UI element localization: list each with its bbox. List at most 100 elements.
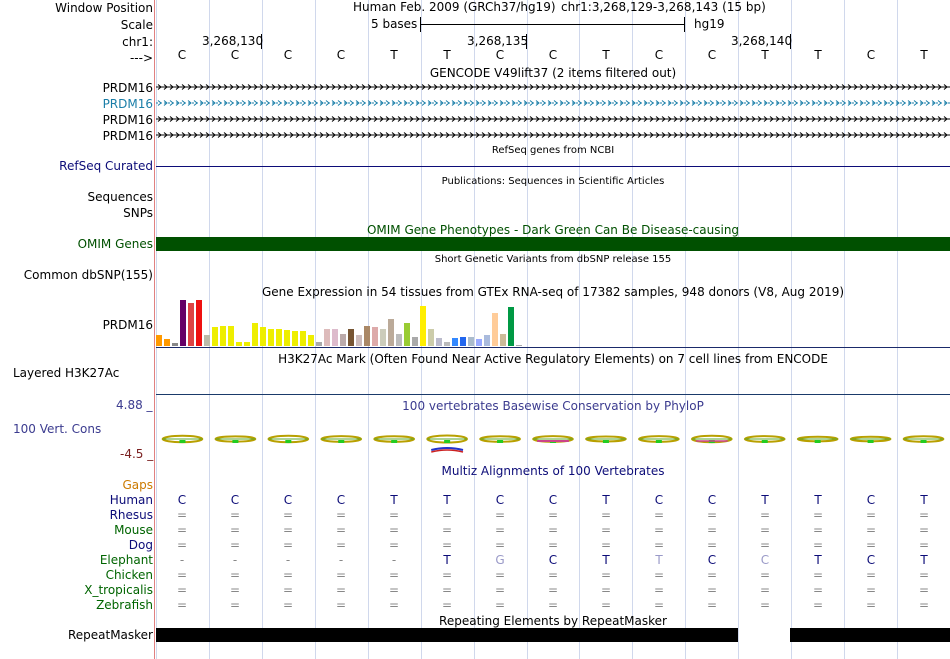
gtex-tissue-bar[interactable] [468, 337, 474, 346]
species-label[interactable]: Zebrafish [0, 598, 153, 613]
refseq-track-title[interactable]: RefSeq genes from NCBI [156, 145, 950, 156]
gencode-transcript[interactable] [156, 132, 950, 138]
gtex-tissue-bar[interactable] [308, 335, 314, 346]
gtex-tissue-bar[interactable] [292, 331, 298, 346]
gtex-track-title[interactable]: Gene Expression in 54 tissues from GTEx … [156, 285, 950, 299]
gtex-tissue-bar[interactable] [212, 327, 218, 346]
alignment-base: = [600, 598, 612, 612]
base-letter: C [177, 48, 187, 62]
gencode-transcript[interactable] [156, 116, 950, 122]
gtex-tissue-bar[interactable] [332, 329, 338, 346]
dbsnp-track-label[interactable]: Common dbSNP(155) [0, 268, 153, 283]
gtex-tissue-bar[interactable] [284, 330, 290, 346]
cons-track-label[interactable]: 100 Vert. Cons [13, 422, 101, 437]
h3k27ac-track-title[interactable]: H3K27Ac Mark (Often Found Near Active Re… [156, 352, 950, 366]
gtex-tissue-bar[interactable] [428, 329, 434, 346]
gtex-tissue-bar[interactable] [156, 335, 162, 346]
gtex-track-label[interactable]: PRDM16 [0, 318, 153, 333]
gtex-tissue-bar[interactable] [300, 331, 306, 346]
refseq-track-label[interactable]: RefSeq Curated [0, 159, 153, 174]
dbsnp-track-title[interactable]: Short Genetic Variants from dbSNP releas… [156, 254, 950, 265]
gtex-tissue-bar[interactable] [492, 313, 498, 346]
repeatmasker-track-label[interactable]: RepeatMasker [0, 628, 153, 643]
repeat-element-1[interactable] [156, 628, 738, 642]
gtex-tissue-bar[interactable] [476, 339, 482, 346]
omim-track-label[interactable]: OMIM Genes [0, 237, 153, 252]
gtex-tissue-bar[interactable] [228, 326, 234, 346]
gtex-tissue-bar[interactable] [356, 335, 362, 346]
species-label[interactable]: Mouse [0, 523, 153, 538]
multiz-track-title[interactable]: Multiz Alignments of 100 Vertebrates [156, 464, 950, 478]
gtex-tissue-bar[interactable] [380, 329, 386, 346]
gencode-transcript[interactable] [156, 84, 950, 90]
gtex-tissue-bar[interactable] [348, 329, 354, 346]
gtex-tissue-bar[interactable] [252, 323, 258, 346]
alignment-base: T [814, 553, 822, 567]
species-label[interactable]: Rhesus [0, 508, 153, 523]
gtex-tissue-bar[interactable] [204, 335, 210, 346]
repeat-element-2[interactable] [790, 628, 950, 642]
gtex-tissue-bar[interactable] [412, 337, 418, 346]
gtex-expression-bars[interactable] [156, 299, 556, 347]
gtex-tissue-bar[interactable] [180, 300, 186, 346]
conservation-logo[interactable] [156, 430, 950, 460]
gencode-item-label[interactable]: PRDM16 [0, 129, 153, 144]
gtex-tissue-bar[interactable] [276, 329, 282, 346]
gencode-item-label[interactable]: PRDM16 [0, 81, 153, 96]
alignment-base: - [232, 553, 238, 567]
gtex-tissue-bar[interactable] [516, 345, 522, 346]
cons-logo-glyph [585, 435, 627, 443]
gtex-tissue-bar[interactable] [484, 335, 490, 346]
h3k27ac-track-label[interactable]: Layered H3K27Ac [13, 366, 119, 381]
gencode-item-label[interactable]: PRDM16 [0, 113, 153, 128]
sequences-track-label[interactable]: Sequences [0, 190, 153, 205]
publications-track-title[interactable]: Publications: Sequences in Scientific Ar… [156, 176, 950, 187]
omim-track-title[interactable]: OMIM Gene Phenotypes - Dark Green Can Be… [156, 223, 950, 237]
alignment-base: C [707, 553, 717, 567]
gtex-tissue-bar[interactable] [372, 327, 378, 346]
gtex-tissue-bar[interactable] [220, 326, 226, 346]
repeatmasker-track-title[interactable]: Repeating Elements by RepeatMasker [156, 614, 950, 628]
gtex-tissue-bar[interactable] [164, 339, 170, 346]
gtex-tissue-bar[interactable] [196, 300, 202, 346]
species-label[interactable]: Human [0, 493, 153, 508]
gtex-tissue-bar[interactable] [260, 327, 266, 346]
species-label[interactable]: Chicken [0, 568, 153, 583]
species-label[interactable]: X_tropicalis [0, 583, 153, 598]
gtex-tissue-bar[interactable] [444, 342, 450, 346]
gencode-item-label[interactable]: PRDM16 [0, 97, 153, 112]
gencode-transcripts[interactable] [156, 80, 950, 144]
position-text[interactable]: chr1:3,268,129-3,268,143 (15 bp) [561, 0, 766, 15]
gtex-tissue-bar[interactable] [388, 319, 394, 346]
gtex-tissue-bar[interactable] [396, 334, 402, 346]
gtex-tissue-bar[interactable] [436, 338, 442, 346]
alignment-base: = [653, 598, 665, 612]
cons-logo-glyph [214, 435, 257, 443]
gtex-tissue-bar[interactable] [404, 323, 410, 346]
gtex-tissue-bar[interactable] [500, 334, 506, 346]
gtex-tissue-bar[interactable] [508, 307, 514, 346]
omim-gene-bar[interactable] [156, 237, 950, 251]
cons-track-title[interactable]: 100 vertebrates Basewise Conservation by… [156, 399, 950, 413]
gtex-tissue-bar[interactable] [316, 342, 322, 346]
species-label[interactable]: Elephant [0, 553, 153, 568]
alignment-base: = [335, 508, 347, 522]
gtex-tissue-bar[interactable] [244, 342, 250, 346]
gtex-tissue-bar[interactable] [364, 326, 370, 346]
gencode-transcript[interactable] [156, 100, 950, 106]
gencode-track-title[interactable]: GENCODE V49lift37 (2 items filtered out) [156, 66, 950, 80]
snps-track-label[interactable]: SNPs [0, 206, 153, 221]
gtex-tissue-bar[interactable] [460, 337, 466, 346]
gtex-tissue-bar[interactable] [268, 329, 274, 346]
gtex-tissue-bar[interactable] [188, 303, 194, 346]
gtex-tissue-bar[interactable] [340, 334, 346, 346]
gtex-tissue-bar[interactable] [420, 306, 426, 346]
refseq-gene-line[interactable] [156, 166, 950, 167]
alignment-base: = [176, 568, 188, 582]
species-label[interactable]: Dog [0, 538, 153, 553]
gtex-tissue-bar[interactable] [236, 342, 242, 346]
gtex-tissue-bar[interactable] [452, 338, 458, 346]
gtex-tissue-bar[interactable] [172, 343, 178, 346]
alignment-base: = [865, 568, 877, 582]
gtex-tissue-bar[interactable] [324, 329, 330, 346]
